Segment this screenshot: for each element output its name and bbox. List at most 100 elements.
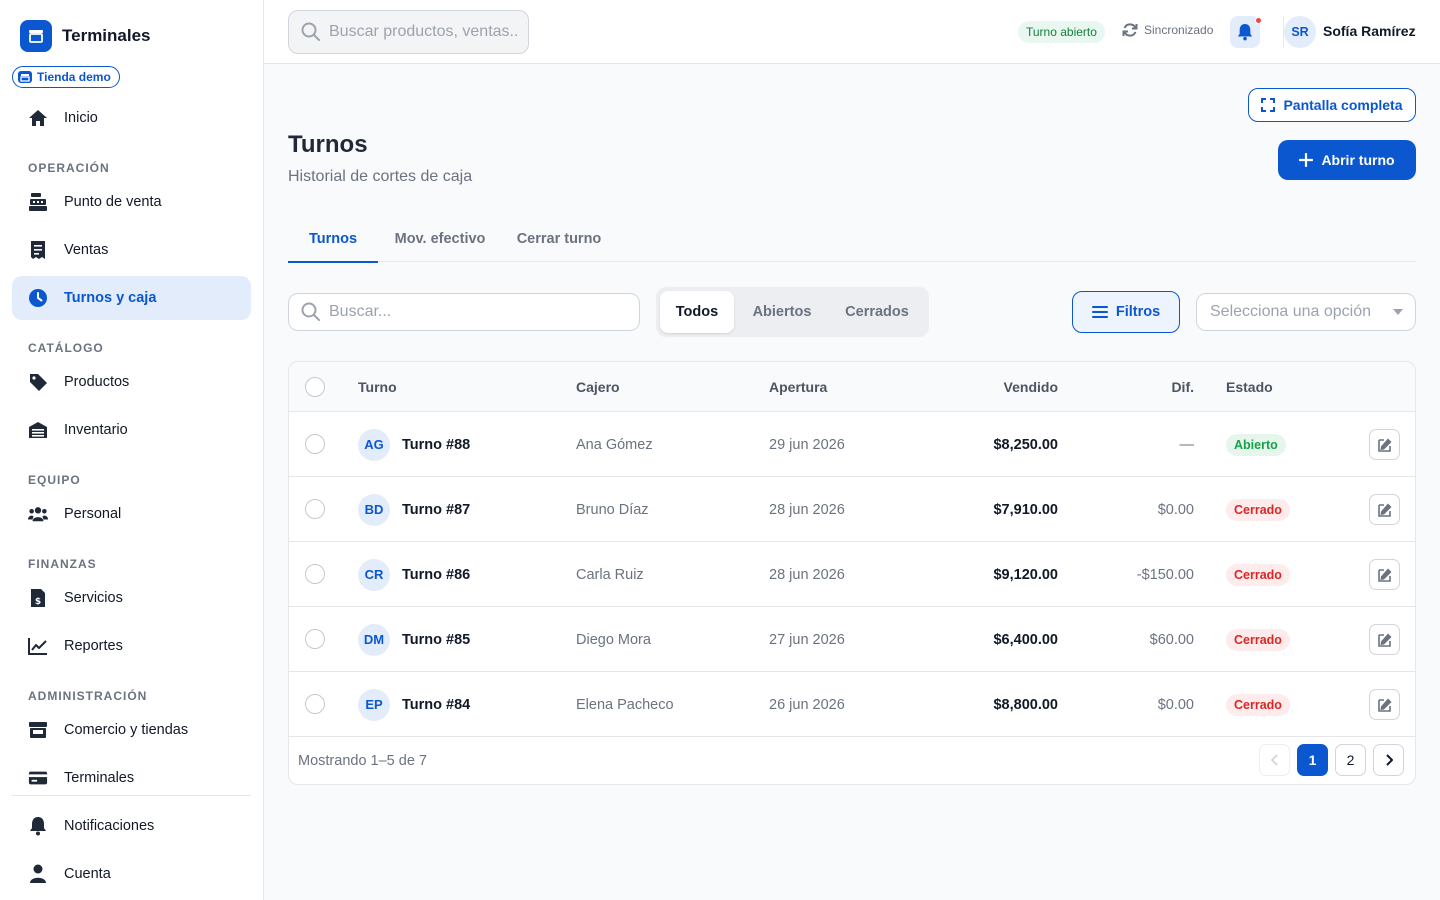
shifts-table: Turno Cajero Apertura Vendido Dif. Estad… [288, 361, 1416, 785]
sidebar-item-cuenta[interactable]: Cuenta [12, 852, 251, 896]
edit-button[interactable] [1369, 429, 1400, 460]
apertura-cell: 28 jun 2026 [769, 501, 845, 518]
sidebar-item-personal[interactable]: Personal [12, 492, 251, 536]
turno-name[interactable]: Turno #87 [402, 502, 470, 518]
sidebar-item-turnos-y-caja[interactable]: Turnos y caja [12, 276, 251, 320]
column-header-dif[interactable]: Dif. [1094, 379, 1194, 395]
apertura-cell: 27 jun 2026 [769, 631, 845, 648]
search-icon [301, 22, 320, 41]
notifications-button[interactable] [1230, 16, 1262, 48]
page-button-2[interactable]: 2 [1335, 744, 1366, 776]
sidebar-item-terminales[interactable]: Terminales [12, 756, 251, 800]
sidebar-item-label: Terminales [64, 770, 135, 786]
dif-cell: $60.00 [1149, 631, 1194, 648]
turno-name[interactable]: Turno #88 [402, 437, 470, 453]
option-select[interactable]: Selecciona una opción [1196, 293, 1416, 331]
dif-cell: -$150.00 [1136, 566, 1194, 583]
chevron-right-icon [1385, 754, 1393, 766]
next-page-button[interactable] [1373, 744, 1404, 776]
sidebar-divider [12, 795, 251, 796]
table-row[interactable]: BD Turno #87 Bruno Díaz 28 jun 2026 $7,910.0… [289, 477, 1415, 542]
segment-cerrados[interactable]: Cerrados [832, 291, 922, 333]
dif-cell: $0.00 [1157, 696, 1194, 713]
estado-cell: Cerrado [1226, 607, 1290, 672]
turno-cell: AG Turno #88 [358, 412, 470, 477]
column-header-apertura[interactable]: Apertura [769, 379, 827, 395]
row-checkbox[interactable] [305, 629, 325, 649]
table-row[interactable]: DM Turno #85 Diego Mora 27 jun 2026 $6,400.0… [289, 607, 1415, 672]
sidebar-item-notificaciones[interactable]: Notificaciones [12, 804, 251, 848]
sidebar-item-label: Notificaciones [64, 818, 155, 834]
sidebar-item-reportes[interactable]: Reportes [12, 624, 251, 668]
vendido-cell: $9,120.00 [993, 566, 1058, 583]
column-header-turno[interactable]: Turno [358, 379, 397, 395]
turno-cell: EP Turno #84 [358, 672, 470, 737]
store-badge[interactable]: Tienda demo [12, 66, 120, 88]
table-search-input[interactable] [329, 303, 609, 321]
sidebar-item-inicio[interactable]: Inicio [12, 96, 251, 140]
user-name[interactable]: Sofía Ramírez [1323, 23, 1416, 39]
cashier-avatar: AG [358, 428, 390, 461]
segment-abiertos[interactable]: Abiertos [740, 291, 824, 333]
edit-icon [1377, 698, 1391, 712]
open-shift-button[interactable]: Abrir turno [1278, 140, 1416, 180]
page-button-1[interactable]: 1 [1297, 744, 1328, 776]
apertura-cell: 29 jun 2026 [769, 436, 845, 453]
tab-mov-efectivo[interactable]: Mov. efectivo [378, 216, 502, 262]
vendido-cell: $8,800.00 [993, 696, 1058, 713]
row-checkbox[interactable] [305, 499, 325, 519]
row-checkbox[interactable] [305, 434, 325, 454]
tab-cerrar-turno[interactable]: Cerrar turno [502, 216, 616, 262]
sync-status[interactable]: Sincronizado [1122, 22, 1213, 38]
store-badge-label: Tienda demo [37, 70, 111, 84]
turno-name[interactable]: Turno #86 [402, 567, 470, 583]
turno-cell: DM Turno #85 [358, 607, 470, 672]
vendido-cell: $6,400.00 [993, 631, 1058, 648]
table-search[interactable] [288, 293, 640, 331]
tab-turnos[interactable]: Turnos [288, 216, 378, 263]
edit-button[interactable] [1369, 689, 1400, 720]
column-header-cajero[interactable]: Cajero [576, 379, 620, 395]
table-row[interactable]: AG Turno #88 Ana Gómez 29 jun 2026 $8,250.00… [289, 412, 1415, 477]
brand[interactable]: Terminales [20, 20, 151, 52]
edit-button[interactable] [1369, 559, 1400, 590]
table-row[interactable]: CR Turno #86 Carla Ruiz 28 jun 2026 $9,120.0… [289, 542, 1415, 607]
column-header-estado[interactable]: Estado [1226, 379, 1273, 395]
status-segmented-control: Todos Abiertos Cerrados [656, 287, 929, 337]
sidebar-item-label: Ventas [64, 242, 109, 258]
store-icon [18, 71, 32, 83]
turno-name[interactable]: Turno #84 [402, 697, 470, 713]
sidebar-item-ventas[interactable]: Ventas [12, 228, 251, 272]
sidebar-item-servicios[interactable]: $ Servicios [12, 576, 251, 620]
topbar: Turno abierto Sincronizado SR Sofía Ramí… [264, 0, 1440, 64]
app-name: Terminales [62, 26, 151, 45]
sidebar-item-label: Punto de venta [64, 194, 162, 210]
cajero-cell: Ana Gómez [576, 436, 653, 453]
table-row[interactable]: EP Turno #84 Elena Pacheco 26 jun 2026 $8,80… [289, 672, 1415, 737]
sidebar-item-inventario[interactable]: Inventario [12, 408, 251, 452]
store-icon [28, 720, 48, 740]
sidebar-item-productos[interactable]: Productos [12, 360, 251, 404]
dif-cell: — [1179, 436, 1195, 453]
sidebar-item-comercio-y-tiendas[interactable]: Comercio y tiendas [12, 708, 251, 752]
edit-button[interactable] [1369, 624, 1400, 655]
search-icon [301, 302, 320, 321]
global-search-input[interactable] [329, 23, 519, 41]
column-header-vendido[interactable]: Vendido [958, 379, 1058, 395]
tabs: Turnos Mov. efectivo Cerrar turno [288, 216, 1416, 263]
warehouse-icon [28, 420, 48, 440]
nav-section-title: CATÁLOGO [28, 341, 104, 355]
estado-cell: Abierto [1226, 412, 1286, 477]
user-avatar[interactable]: SR [1284, 16, 1316, 48]
select-all-checkbox[interactable] [305, 377, 325, 397]
turno-name[interactable]: Turno #85 [402, 632, 470, 648]
filters-button[interactable]: Filtros [1072, 291, 1180, 333]
sidebar-item-punto-de-venta[interactable]: Punto de venta [12, 180, 251, 224]
segment-todos[interactable]: Todos [660, 291, 734, 333]
fullscreen-button[interactable]: Pantalla completa [1248, 88, 1416, 122]
prev-page-button[interactable] [1259, 744, 1290, 776]
row-checkbox[interactable] [305, 694, 325, 714]
edit-button[interactable] [1369, 494, 1400, 525]
global-search[interactable] [288, 10, 529, 54]
row-checkbox[interactable] [305, 564, 325, 584]
